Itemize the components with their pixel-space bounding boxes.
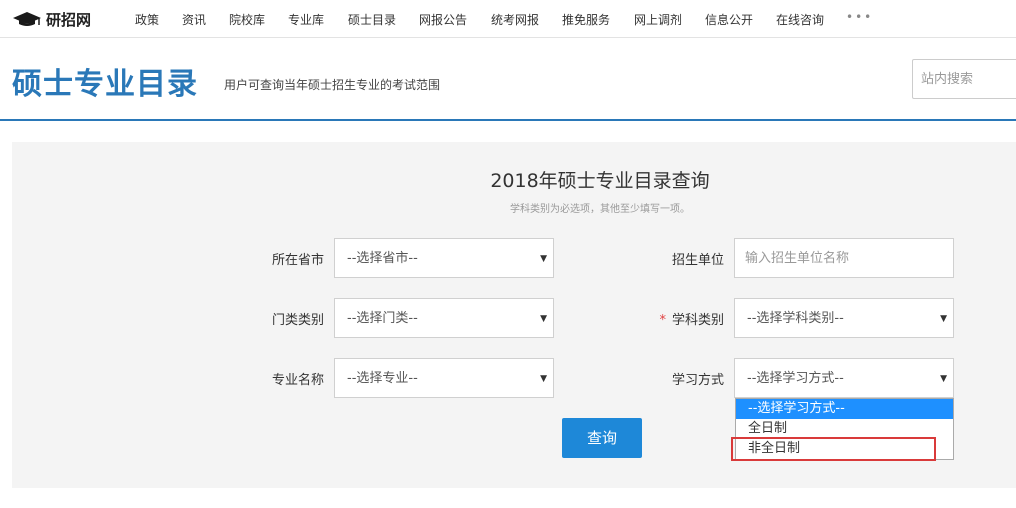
study-mode-select[interactable]: --选择学习方式-- ▼ [734,358,954,398]
nav-item-news[interactable]: 资讯 [182,11,206,28]
form-title: 2018年硕士专业目录查询 [490,170,710,192]
site-name: 研招网 [46,10,92,29]
chevron-down-icon: ▼ [540,254,547,264]
major-select-value: --选择专业-- [347,371,418,386]
more-icon[interactable]: ••• [846,10,873,24]
unit-label: 招生单位 [671,253,724,268]
chevron-down-icon: ▼ [540,374,547,384]
chevron-down-icon: ▼ [940,374,947,384]
nav-item-master-catalog[interactable]: 硕士目录 [348,11,396,28]
discipline-label-wrap: * 学科类别 [634,309,724,328]
top-nav: 研招网 政策 资讯 院校库 专业库 硕士目录 网报公告 统考网报 推免服务 网上… [0,0,1016,38]
major-select[interactable]: --选择专业-- ▼ [334,358,554,398]
highlight-annotation [731,437,936,461]
discipline-select-value: --选择学科类别-- [747,311,844,326]
site-logo[interactable]: 研招网 [12,8,91,30]
nav-item-adjustment[interactable]: 网上调剂 [634,11,682,28]
category-label: 门类类别 [271,313,324,328]
unit-input[interactable] [734,238,954,278]
nav-item-majors[interactable]: 专业库 [288,11,324,28]
nav-item-online-consult[interactable]: 在线咨询 [776,11,824,28]
nav-item-info-disclosure[interactable]: 信息公开 [705,11,753,28]
province-select-value: --选择省市-- [347,251,418,266]
page-subtitle: 用户可查询当年硕士招生专业的考试范围 [224,78,441,92]
nav-item-policy[interactable]: 政策 [135,11,159,28]
study-mode-select-value: --选择学习方式-- [747,371,844,386]
nav-item-exam-registration[interactable]: 统考网报 [491,11,539,28]
category-select[interactable]: --选择门类-- ▼ [334,298,554,338]
query-button[interactable]: 查询 [562,418,642,458]
graduation-cap-icon [12,10,42,28]
study-mode-option[interactable]: --选择学习方式-- [736,399,953,419]
province-select[interactable]: --选择省市-- ▼ [334,238,554,278]
study-mode-label: 学习方式 [671,373,724,388]
study-mode-option[interactable]: 全日制 [736,419,953,439]
chevron-down-icon: ▼ [540,314,547,324]
required-mark: * [659,313,666,328]
nav-item-recommendation[interactable]: 推免服务 [562,11,610,28]
province-label: 所在省市 [271,253,324,268]
nav-item-registration-notice[interactable]: 网报公告 [419,11,467,28]
chevron-down-icon: ▼ [940,314,947,324]
category-select-value: --选择门类-- [347,311,418,326]
major-label: 专业名称 [271,373,324,388]
discipline-label: 学科类别 [671,313,724,328]
form-hint: 学科类别为必选项，其他至少填写一项。 [510,204,690,215]
page-title: 硕士专业目录 [12,67,198,102]
nav-item-schools[interactable]: 院校库 [229,11,265,28]
page-header: 硕士专业目录 用户可查询当年硕士招生专业的考试范围 [0,39,1016,121]
discipline-select[interactable]: --选择学科类别-- ▼ [734,298,954,338]
site-search-input[interactable] [912,59,1016,99]
